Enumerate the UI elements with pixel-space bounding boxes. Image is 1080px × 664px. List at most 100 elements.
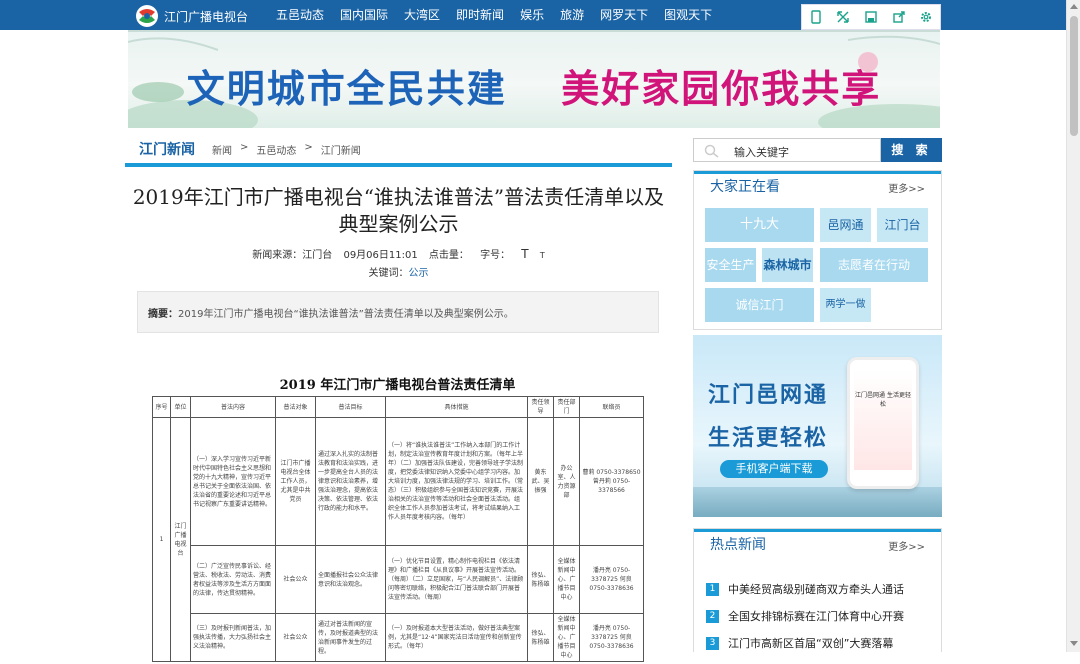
city-skyline-decoration bbox=[693, 487, 942, 517]
nav-item-domestic-intl[interactable]: 国内国际 bbox=[332, 6, 396, 23]
table-row: （二）广泛宣传民事诉讼、经营法、税收法、劳动法、消费者权益法等涉及生活方方面面的… bbox=[153, 545, 644, 614]
tag-jiangmen-tv[interactable]: 江门台 bbox=[877, 208, 928, 242]
table-cell: 通过对普法新闻的宣传，及时报道典型的法治新闻事件发生的过程。 bbox=[315, 613, 386, 662]
scroll-thumb[interactable] bbox=[1070, 16, 1078, 136]
table-cell: （二）广泛宣传民事诉讼、经营法、税收法、劳动法、消费者权益法等涉及生活方方面面的… bbox=[190, 545, 276, 614]
expand-icon[interactable] bbox=[836, 10, 850, 24]
table-cell: （一）优化节目设置，精心制作电视栏目《依法清理》和广播栏目《从良议事》开展普法宣… bbox=[385, 545, 528, 614]
tag-forest-city[interactable]: 森林城市 bbox=[762, 248, 813, 282]
rank-badge: 2 bbox=[706, 610, 719, 623]
ad-headline-1: 江门邑网通 bbox=[708, 383, 829, 408]
nav-item-photo-world[interactable]: 图观天下 bbox=[656, 6, 720, 23]
share-icon[interactable] bbox=[892, 10, 906, 24]
ad-headline-2: 生活更轻松 bbox=[708, 426, 829, 451]
tag-yiwangtong[interactable]: 邑网通 bbox=[820, 208, 871, 242]
nav-item-wuyi[interactable]: 五邑动态 bbox=[268, 6, 332, 23]
main-nav: 五邑动态 国内国际 大湾区 即时新闻 娱乐 旅游 网罗天下 图观天下 bbox=[268, 6, 720, 23]
tag-volunteers[interactable]: 志愿者在行动 bbox=[820, 248, 928, 282]
table-cell: 徐弘、陈杨雄 bbox=[527, 613, 554, 662]
campaign-banner[interactable]: 文明城市全民共建 美好家园你我共享 bbox=[128, 30, 940, 128]
trending-title: 大家正在看 bbox=[710, 179, 780, 195]
trending-panel-header: 大家正在看 更多>> bbox=[694, 171, 941, 199]
summary-text: 2019年江门市广播电视台“谁执法谁普法”普法责任清单以及典型案例公示。 bbox=[178, 309, 514, 320]
article-source: 新闻来源：江门台 bbox=[252, 250, 333, 261]
table-header: 责任领导 bbox=[527, 396, 554, 418]
keywords: 关键词：公示 bbox=[125, 264, 672, 279]
trending-more-link[interactable]: 更多>> bbox=[888, 180, 925, 195]
table-cell: 江门市广播电视台全体工作人员，尤其是中共党员 bbox=[275, 417, 316, 546]
table-cell: （一）及时报道本大型普法活动，做好普法典型案例，尤其是“12·4”国家宪法日活动… bbox=[385, 613, 528, 662]
table-row: （三）及时报刊新闻普法，加强执法传播，大力弘扬社会主义法治精神。 社会公众 通过… bbox=[153, 613, 644, 662]
font-size-label: 字号： bbox=[480, 250, 511, 261]
font-size-small-button[interactable]: T bbox=[540, 251, 545, 260]
logo-text[interactable]: 江门广播电视台 bbox=[164, 8, 248, 25]
table-cell: （三）及时报刊新闻普法，加强执法传播，大力弘扬社会主义法治精神。 bbox=[190, 613, 276, 662]
table-cell: （一）深入学习宣传习近平新时代中国特色社会主义思想和党的十九大精神，宣传习近平总… bbox=[190, 417, 276, 546]
breadcrumb: 新闻 > 五邑动态 > 江门新闻 bbox=[212, 142, 369, 157]
tag-two-studies[interactable]: 两学一做 bbox=[820, 288, 871, 322]
trending-panel: 大家正在看 更多>> 十九大 邑网通 江门台 安全生产 森林城市 志愿者在行动 … bbox=[693, 170, 942, 330]
banner-slogan-part1: 文明城市全民共建 bbox=[186, 66, 507, 111]
hot-news-more-link[interactable]: 更多>> bbox=[888, 538, 925, 553]
section-title[interactable]: 江门新闻 bbox=[139, 139, 195, 159]
nav-item-instant-news[interactable]: 即时新闻 bbox=[448, 6, 512, 23]
page-scrollbar[interactable] bbox=[1066, 0, 1080, 652]
responsibility-table: 序号 单位 普法内容 普法对象 普法目标 具体措施 责任领导 责任部门 联络员 … bbox=[152, 396, 644, 662]
mobile-icon[interactable] bbox=[809, 10, 823, 24]
station-logo-icon[interactable] bbox=[135, 4, 159, 28]
hot-news-link[interactable]: 江门市高新区首届“双创”大赛落幕 bbox=[728, 637, 893, 650]
table-header: 单位 bbox=[170, 396, 191, 418]
list-item[interactable]: 2 全国女排锦标赛在江门体育中心开赛 bbox=[706, 610, 941, 637]
app-download-ad[interactable]: 江门邑网通 生活更轻松 手机客户端下载 江门邑网通 生活更轻松 bbox=[693, 335, 942, 517]
breadcrumb-separator-icon: > bbox=[240, 142, 249, 153]
nav-item-entertainment[interactable]: 娱乐 bbox=[512, 6, 552, 23]
table-cell: 潘丹亮 0750-3378725 何良 0750-3378636 bbox=[579, 545, 644, 614]
article-summary: 摘要：2019年江门市广播电视台“谁执法谁普法”普法责任清单以及典型案例公示。 bbox=[137, 291, 659, 333]
hot-news-panel: 热点新闻 更多>> 1 中美经贸高级别磋商双方牵头人通话 2 全国女排锦标赛在江… bbox=[693, 528, 942, 652]
table-cell: 社会公众 bbox=[275, 545, 316, 614]
nav-item-web-world[interactable]: 网罗天下 bbox=[592, 6, 656, 23]
keyword-link[interactable]: 公示 bbox=[409, 268, 429, 279]
tag-credit-jiangmen[interactable]: 诚信江门 bbox=[705, 288, 814, 322]
search-button[interactable]: 搜 索 bbox=[881, 138, 942, 162]
tag-safe-production[interactable]: 安全生产 bbox=[705, 248, 756, 282]
table-cell-seq: 1 bbox=[152, 417, 171, 662]
table-cell: 社会公众 bbox=[275, 613, 316, 662]
settings-icon[interactable] bbox=[919, 10, 933, 24]
table-cell: 黄东武、吴振强 bbox=[527, 417, 554, 546]
save-icon[interactable] bbox=[864, 10, 878, 24]
phone-mockup-icon: 江门邑网通 生活更轻松 bbox=[847, 357, 919, 489]
app-download-button[interactable]: 手机客户端下载 bbox=[720, 460, 828, 478]
breadcrumb-separator-icon: > bbox=[304, 142, 313, 153]
banner-slogan: 文明城市全民共建 美好家园你我共享 bbox=[128, 58, 940, 113]
scroll-down-arrow-icon[interactable] bbox=[1070, 641, 1078, 646]
breadcrumb-news[interactable]: 新闻 bbox=[212, 142, 232, 157]
hot-news-link[interactable]: 全国女排锦标赛在江门体育中心开赛 bbox=[728, 610, 904, 623]
table-row: 1 江门广播电视台 （一）深入学习宣传习近平新时代中国特色社会主义思想和党的十九… bbox=[152, 417, 644, 662]
font-size-large-button[interactable]: T bbox=[521, 247, 528, 261]
search-input[interactable]: 输入关键字 bbox=[693, 138, 881, 162]
table-header: 联络员 bbox=[579, 396, 644, 418]
table-cell: 徐弘、陈杨雄 bbox=[527, 545, 554, 614]
document-title: 2019 年江门市广播电视台普法责任清单 bbox=[279, 378, 516, 393]
banner-slogan-part2: 美好家园你我共享 bbox=[561, 66, 882, 111]
breadcrumb-wuyi[interactable]: 五邑动态 bbox=[256, 142, 296, 157]
hot-news-link[interactable]: 中美经贸高级别磋商双方牵头人通话 bbox=[728, 583, 904, 596]
table-cell: 全面播报社会公众法律意识和法治观念。 bbox=[315, 545, 386, 614]
table-header: 普法目标 bbox=[315, 396, 386, 418]
article-clicks-label: 点击量： bbox=[428, 250, 469, 261]
rank-badge: 1 bbox=[706, 583, 719, 596]
breadcrumb-jiangmen-news[interactable]: 江门新闻 bbox=[321, 142, 361, 157]
nav-item-travel[interactable]: 旅游 bbox=[552, 6, 592, 23]
nav-item-greater-bay[interactable]: 大湾区 bbox=[396, 6, 448, 23]
table-cell: （一）将“谁执法谁普法”工作纳入本部门的工作计划，制定法治宣传教育年度计划和方案… bbox=[385, 417, 528, 546]
hot-news-list: 1 中美经贸高级别磋商双方牵头人通话 2 全国女排锦标赛在江门体育中心开赛 3 … bbox=[694, 557, 941, 664]
list-item[interactable]: 1 中美经贸高级别磋商双方牵头人通话 bbox=[706, 583, 941, 610]
list-item[interactable]: 3 江门市高新区首届“双创”大赛落幕 bbox=[706, 637, 941, 664]
phone-screen: 江门邑网通 生活更轻松 bbox=[854, 370, 912, 470]
scroll-up-arrow-icon[interactable] bbox=[1070, 4, 1078, 9]
keywords-label: 关键词： bbox=[368, 268, 409, 279]
hot-news-title: 热点新闻 bbox=[710, 537, 766, 553]
table-header: 具体措施 bbox=[385, 396, 528, 418]
tag-nineteenth-congress[interactable]: 十九大 bbox=[705, 208, 814, 242]
